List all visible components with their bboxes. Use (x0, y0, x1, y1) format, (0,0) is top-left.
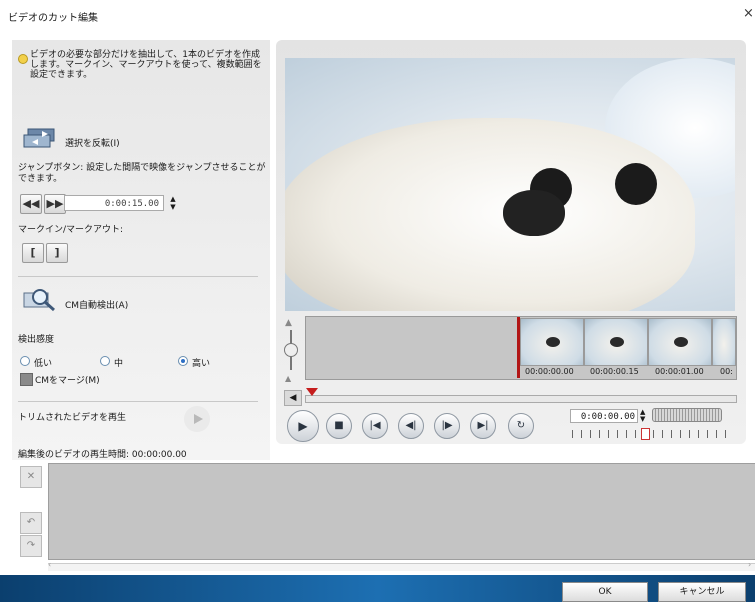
play-icon[interactable]: ▶ (287, 410, 319, 442)
radio-high[interactable] (178, 356, 188, 366)
jump-back-button[interactable]: ◀◀ (20, 194, 42, 214)
video-seal (285, 118, 695, 311)
step-back-icon[interactable]: ◀| (398, 413, 424, 439)
undo-icon[interactable]: ↶ (20, 512, 42, 534)
interval-spinner-icon[interactable]: ▲ ▼ (168, 195, 178, 211)
cm-merge-checkbox[interactable] (20, 373, 33, 386)
window-title: ビデオのカット編集 (8, 13, 98, 24)
cm-merge-label: CMをマージ(M) (35, 376, 100, 386)
play-trimmed-button[interactable] (184, 406, 210, 432)
play-trimmed-label: トリムされたビデオを再生 (18, 413, 127, 423)
step-forward-icon[interactable]: |▶ (434, 413, 460, 439)
timeline-thumbnail (520, 318, 584, 366)
hint-text: ビデオの必要な部分だけを抽出して、1本のビデオを作成します。マークイン、マークア… (30, 50, 262, 80)
markin-markout-label: マークイン/マークアウト: (18, 225, 124, 235)
zoom-out-icon[interactable]: ▲ (285, 374, 291, 383)
repeat-icon[interactable]: ↻ (508, 413, 534, 439)
cm-detect-button[interactable]: CM自動検出(A) (65, 298, 128, 311)
timeline-playhead[interactable] (517, 317, 520, 378)
delete-icon[interactable]: ✕ (20, 466, 42, 488)
jump-forward-button[interactable]: ▶▶ (44, 194, 66, 214)
cm-detect-icon[interactable] (22, 287, 58, 313)
divider (18, 276, 258, 277)
sensitivity-label: 検出感度 (18, 335, 55, 345)
zoom-in-icon[interactable]: ▲ (285, 318, 292, 328)
scrub-handle[interactable] (306, 388, 318, 396)
mark-in-button[interactable]: [ (22, 243, 44, 263)
edited-duration-label: 編集後のビデオの再生時間: (18, 450, 130, 460)
jog-shuttle[interactable] (652, 408, 722, 422)
lightbulb-icon (18, 54, 28, 64)
prev-mark-icon[interactable]: |◀ (362, 413, 388, 439)
timecode-label: 00: (720, 367, 733, 376)
seal-nose (503, 190, 565, 236)
timecode-label: 00:00:01.00 (655, 367, 704, 376)
radio-low-label: 低い (34, 359, 53, 369)
stop-icon[interactable]: ■ (326, 413, 352, 439)
video-preview (285, 58, 735, 311)
scroll-right-icon[interactable]: › (748, 560, 751, 569)
mark-out-button[interactable]: ] (46, 243, 68, 263)
divider (18, 401, 258, 402)
radio-low[interactable] (20, 356, 30, 366)
scrub-bar[interactable] (305, 395, 737, 403)
radio-high-label: 高い (192, 359, 211, 369)
reverse-selection-icon[interactable] (22, 127, 58, 149)
time-spinner-icon[interactable]: ▲ ▼ (640, 409, 645, 423)
edited-duration: 編集後のビデオの再生時間: 00:00:00.00 (18, 447, 187, 460)
current-time-field[interactable]: 0:00:00.00 (570, 409, 638, 423)
timecode-label: 00:00:00.00 (525, 367, 574, 376)
horizontal-scrollbar[interactable] (48, 563, 755, 571)
next-mark-icon[interactable]: ▶| (470, 413, 496, 439)
ok-button[interactable]: OK (562, 582, 648, 602)
redo-icon[interactable]: ↷ (20, 535, 42, 557)
zoom-slider-handle[interactable] (284, 343, 298, 357)
timeline-thumbnail (584, 318, 648, 366)
speed-marker[interactable] (641, 428, 650, 440)
clip-strip[interactable] (48, 463, 755, 560)
reverse-selection-button[interactable]: 選択を反転(I) (65, 136, 120, 149)
jump-interval-field[interactable]: 0:00:15.00 (64, 195, 164, 211)
seal-eye (615, 163, 657, 205)
timeline-thumbnail (648, 318, 712, 366)
timecode-label: 00:00:00.15 (590, 367, 639, 376)
scroll-left-icon[interactable]: ‹ (48, 560, 51, 569)
radio-medium-label: 中 (114, 359, 124, 369)
volume-icon[interactable]: ◀ (284, 390, 302, 406)
cancel-button[interactable]: キャンセル (658, 582, 746, 602)
edited-duration-value: 00:00:00.00 (131, 450, 187, 460)
title-bar (0, 0, 755, 32)
close-icon[interactable]: × (743, 6, 754, 21)
radio-medium[interactable] (100, 356, 110, 366)
jump-description: ジャンプボタン: 設定した間隔で映像をジャンプさせることができます。 (18, 163, 266, 184)
timeline-thumbnail (712, 318, 736, 366)
